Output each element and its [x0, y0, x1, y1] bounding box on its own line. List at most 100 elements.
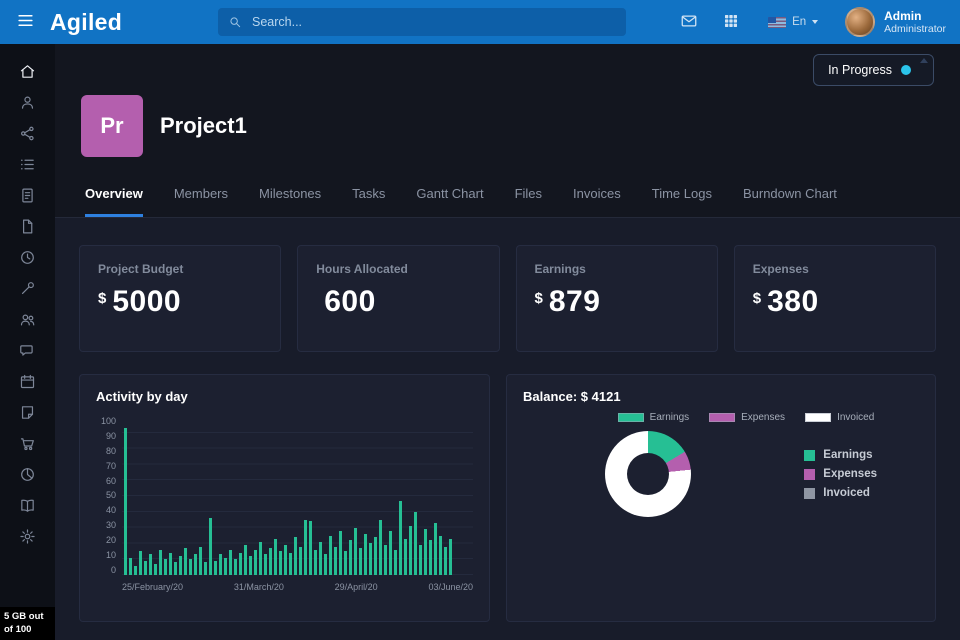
stat-label: Expenses [753, 262, 917, 276]
activity-bar [149, 554, 152, 575]
activity-bar [339, 531, 342, 575]
user-info: Admin Administrator [884, 9, 946, 36]
activity-bar [139, 551, 142, 575]
activity-bar [239, 553, 242, 575]
legend-invoiced[interactable]: Invoiced [804, 487, 877, 499]
activity-bar [434, 523, 437, 575]
activity-bar [369, 543, 372, 575]
search-input[interactable] [250, 14, 616, 30]
sidebar-item-calendar[interactable] [0, 366, 55, 397]
x-tick-label: 03/June/20 [428, 582, 473, 592]
activity-bar [224, 558, 227, 575]
activity-bar [194, 554, 197, 575]
activity-bar [399, 501, 402, 575]
legend-label: Expenses [823, 468, 877, 480]
stat-value: 380 [767, 287, 819, 317]
file-icon [19, 218, 36, 235]
activity-bar [409, 526, 412, 575]
caret-down-icon [812, 20, 818, 24]
tab-burndown-chart[interactable]: Burndown Chart [743, 186, 837, 217]
project-header: In Progress Pr Project1 OverviewMembersM… [55, 44, 960, 218]
stat-cards-row: Project Budget$5000Hours Allocated600Ear… [79, 245, 936, 352]
activity-panel: Activity by day 1009080706050403020100 2… [79, 374, 490, 622]
tab-milestones[interactable]: Milestones [259, 186, 321, 217]
list-icon [19, 156, 36, 173]
tab-gantt-chart[interactable]: Gantt Chart [416, 186, 483, 217]
sidebar-item-users[interactable] [0, 304, 55, 335]
activity-bar-chart: 1009080706050403020100 [96, 417, 473, 575]
sidebar-item-home[interactable] [0, 56, 55, 87]
activity-bar [244, 545, 247, 575]
mail-button[interactable] [678, 10, 700, 35]
search-bar[interactable] [218, 8, 626, 36]
activity-bar [234, 559, 237, 575]
apps-grid-button[interactable] [721, 11, 741, 34]
y-tick-label: 90 [106, 432, 116, 441]
tab-files[interactable]: Files [515, 186, 542, 217]
tab-time-logs[interactable]: Time Logs [652, 186, 712, 217]
sidebar-item-book[interactable] [0, 490, 55, 521]
language-selector[interactable]: En [762, 15, 824, 29]
sidebar-item-gear[interactable] [0, 521, 55, 552]
sidebar-item-list[interactable] [0, 149, 55, 180]
inline-legend-earnings[interactable]: Earnings [618, 412, 689, 423]
y-tick-label: 0 [111, 566, 116, 575]
chat-icon [19, 342, 36, 359]
top-header: Agiled En Admin Administrator [0, 0, 960, 44]
activity-bar [329, 536, 332, 576]
project-title: Project1 [160, 113, 247, 139]
legend-swatch [805, 413, 831, 422]
stat-value: 879 [549, 287, 601, 317]
activity-bar [374, 537, 377, 575]
legend-swatch [804, 469, 815, 480]
sidebar-item-wrench[interactable] [0, 273, 55, 304]
activity-bar [129, 558, 132, 575]
tab-overview[interactable]: Overview [85, 186, 143, 217]
stat-card-earnings: Earnings$879 [516, 245, 718, 352]
sidebar-item-pie-chart[interactable] [0, 459, 55, 490]
user-role: Administrator [884, 23, 946, 36]
status-row: In Progress [81, 54, 934, 86]
activity-bar [169, 553, 172, 575]
stat-value-row: $5000 [98, 287, 262, 317]
tab-members[interactable]: Members [174, 186, 228, 217]
sidebar-item-clock[interactable] [0, 242, 55, 273]
tab-invoices[interactable]: Invoices [573, 186, 621, 217]
currency-sign: $ [535, 290, 543, 307]
user-menu[interactable]: Admin Administrator [845, 7, 946, 37]
activity-bar [264, 554, 267, 575]
stat-card-expenses: Expenses$380 [734, 245, 936, 352]
y-axis: 1009080706050403020100 [96, 417, 122, 575]
y-tick-label: 40 [106, 506, 116, 515]
tab-tasks[interactable]: Tasks [352, 186, 385, 217]
legend-label: Invoiced [837, 412, 874, 423]
caret-up-icon [920, 58, 928, 63]
stat-label: Project Budget [98, 262, 262, 276]
sidebar-item-file[interactable] [0, 211, 55, 242]
y-tick-label: 70 [106, 462, 116, 471]
sidebar-item-file-invoice[interactable] [0, 180, 55, 211]
inline-legend-expenses[interactable]: Expenses [709, 412, 785, 423]
legend-swatch [804, 488, 815, 499]
sidebar-item-note[interactable] [0, 397, 55, 428]
status-dropdown[interactable]: In Progress [813, 54, 934, 86]
activity-bar [299, 547, 302, 575]
activity-bar [294, 537, 297, 575]
legend-earnings[interactable]: Earnings [804, 449, 877, 461]
x-tick-label: 31/March/20 [234, 582, 284, 592]
activity-bar [154, 564, 157, 575]
sidebar-item-user[interactable] [0, 87, 55, 118]
stat-value: 5000 [112, 287, 181, 317]
legend-label: Earnings [823, 449, 872, 461]
activity-bar [359, 548, 362, 575]
activity-bar [364, 534, 367, 575]
legend-expenses[interactable]: Expenses [804, 468, 877, 480]
inline-legend-invoiced[interactable]: Invoiced [805, 412, 874, 423]
activity-bar [389, 531, 392, 575]
sidebar-item-branch[interactable] [0, 118, 55, 149]
stat-value-row: 600 [316, 287, 480, 317]
sidebar-item-cart[interactable] [0, 428, 55, 459]
sidebar-item-chat[interactable] [0, 335, 55, 366]
menu-toggle-button[interactable] [14, 9, 37, 35]
activity-bar [184, 548, 187, 575]
